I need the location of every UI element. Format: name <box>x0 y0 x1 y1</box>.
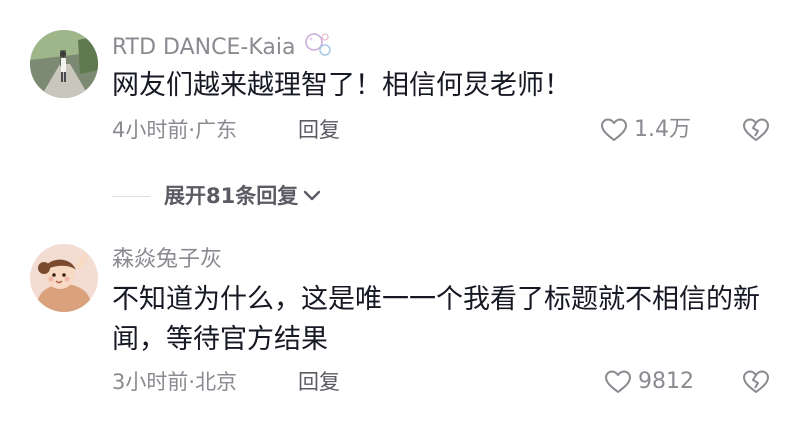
timestamp: 3小时前 <box>112 370 189 394</box>
timestamp: 4小时前 <box>112 118 189 142</box>
location: 广东 <box>195 118 238 142</box>
comment-text: 不知道为什么，这是唯一一个我看了标题就不相信的新闻，等待官方结果 <box>112 284 760 355</box>
reply-button[interactable]: 回复 <box>298 368 340 396</box>
broken-heart-icon <box>743 118 769 141</box>
username[interactable]: 森焱兔子灰 <box>112 246 222 274</box>
location: 北京 <box>195 370 238 394</box>
comment-text: 网友们越来越理智了！相信何炅老师！ <box>112 70 571 101</box>
bubbles-icon <box>305 33 332 56</box>
divider-line <box>112 195 150 197</box>
comment-meta: 4小时前·广东 <box>112 116 237 144</box>
like-button[interactable]: 9812 <box>604 368 694 396</box>
comment-meta: 3小时前·北京 <box>112 368 237 396</box>
chevron-down-icon <box>304 190 321 201</box>
broken-heart-icon <box>743 370 769 393</box>
expand-replies-button[interactable]: 展开81条回复 <box>112 182 322 210</box>
like-count: 9812 <box>638 369 694 394</box>
avatar-cartoon-icon <box>30 244 98 312</box>
avatar-photo-icon <box>30 30 98 98</box>
heart-icon <box>605 370 631 393</box>
username-text: RTD DANCE-Kaia <box>112 35 296 60</box>
like-count: 1.4万 <box>634 117 691 142</box>
reply-button[interactable]: 回复 <box>298 116 340 144</box>
like-button[interactable]: 1.4万 <box>600 116 691 144</box>
avatar[interactable] <box>30 244 98 312</box>
username[interactable]: RTD DANCE-Kaia <box>112 32 333 62</box>
heart-icon <box>601 118 627 141</box>
expand-replies-label: 展开81条回复 <box>164 184 299 208</box>
dislike-button[interactable] <box>742 116 770 144</box>
dislike-button[interactable] <box>742 368 770 396</box>
avatar[interactable] <box>30 30 98 98</box>
